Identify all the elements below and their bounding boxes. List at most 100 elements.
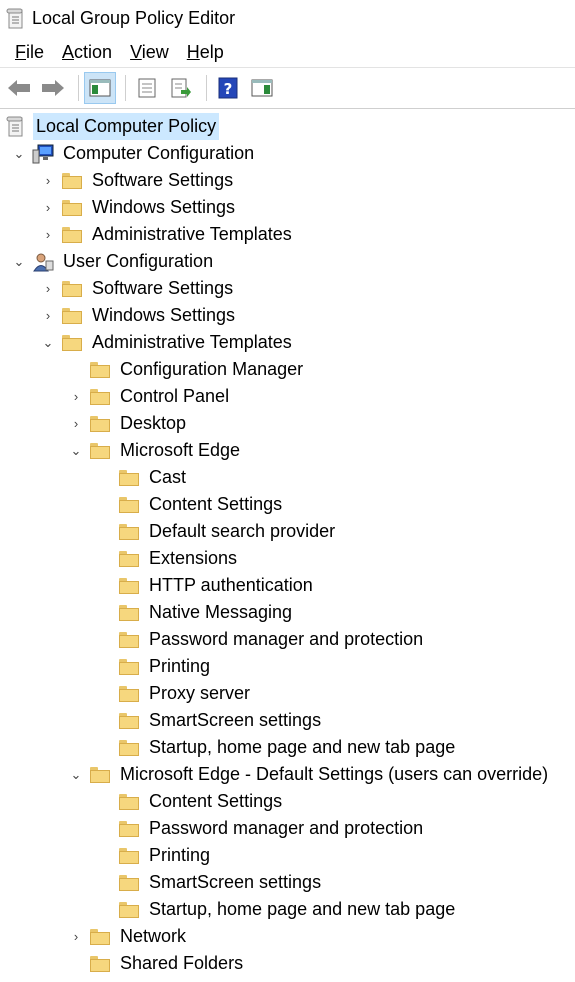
show-hide-console-tree-button[interactable]	[84, 72, 116, 104]
chevron-right-icon[interactable]: ›	[67, 410, 85, 437]
chevron-down-icon[interactable]: ⌄	[67, 437, 85, 464]
tree-label: Printing	[149, 845, 211, 865]
toolbar-separator	[125, 75, 126, 101]
tree-item-extensions[interactable]: Extensions	[0, 545, 575, 572]
tree-item-administrative-templates[interactable]: ⌄ Administrative Templates	[0, 329, 575, 356]
chevron-right-icon[interactable]: ›	[39, 302, 57, 329]
menu-action[interactable]: Action	[53, 37, 121, 67]
policy-scroll-icon	[5, 116, 27, 137]
tree-label: Windows Settings	[92, 197, 236, 217]
chevron-down-icon[interactable]: ⌄	[67, 761, 85, 788]
folder-icon	[118, 738, 140, 758]
tree-item-windows-settings[interactable]: › Windows Settings	[0, 302, 575, 329]
tree-label: Administrative Templates	[92, 332, 292, 352]
tree-item-startup-home-page[interactable]: Startup, home page and new tab page	[0, 896, 575, 923]
chevron-down-icon[interactable]: ⌄	[10, 248, 28, 275]
chevron-right-icon[interactable]: ›	[39, 167, 57, 194]
show-action-pane-button[interactable]	[247, 73, 277, 103]
tree-item-default-search-provider[interactable]: Default search provider	[0, 518, 575, 545]
tree-item-native-messaging[interactable]: Native Messaging	[0, 599, 575, 626]
chevron-right-icon[interactable]: ›	[67, 923, 85, 950]
tree-label: Default search provider	[149, 521, 336, 541]
chevron-right-icon[interactable]: ›	[39, 275, 57, 302]
back-button[interactable]	[4, 73, 34, 103]
folder-icon	[118, 603, 140, 623]
tree-item-smartscreen-settings[interactable]: SmartScreen settings	[0, 707, 575, 734]
tree-label: Printing	[149, 656, 211, 676]
menu-file[interactable]: File	[6, 37, 53, 67]
svg-text:?: ?	[224, 80, 233, 98]
chevron-right-icon[interactable]: ›	[39, 221, 57, 248]
tree-label: Proxy server	[149, 683, 251, 703]
tree-item-microsoft-edge-default-settings[interactable]: ⌄ Microsoft Edge - Default Settings (use…	[0, 761, 575, 788]
tree-item-content-settings[interactable]: Content Settings	[0, 491, 575, 518]
forward-button[interactable]	[38, 73, 68, 103]
tree-item-network[interactable]: › Network	[0, 923, 575, 950]
tree-item-windows-settings[interactable]: › Windows Settings	[0, 194, 575, 221]
folder-icon	[118, 846, 140, 866]
tree-item-administrative-templates[interactable]: › Administrative Templates	[0, 221, 575, 248]
tree-item-printing[interactable]: Printing	[0, 842, 575, 869]
help-button[interactable]: ?	[213, 73, 243, 103]
tree-item-content-settings[interactable]: Content Settings	[0, 788, 575, 815]
menu-view[interactable]: View	[121, 37, 178, 67]
computer-icon	[32, 144, 54, 164]
tree-item-proxy-server[interactable]: Proxy server	[0, 680, 575, 707]
tree-item-shared-folders[interactable]: Shared Folders	[0, 950, 575, 977]
chevron-right-icon[interactable]: ›	[39, 194, 57, 221]
policy-scroll-icon	[6, 8, 23, 28]
tree-item-local-computer-policy[interactable]: Local Computer Policy	[0, 113, 575, 140]
tree-label: SmartScreen settings	[149, 710, 322, 730]
folder-icon	[118, 711, 140, 731]
tree-label: Startup, home page and new tab page	[149, 737, 456, 757]
tree-item-control-panel[interactable]: › Control Panel	[0, 383, 575, 410]
tree-label: Startup, home page and new tab page	[149, 899, 456, 919]
tree-label: HTTP authentication	[149, 575, 313, 595]
chevron-right-icon[interactable]: ›	[67, 383, 85, 410]
tree-item-software-settings[interactable]: › Software Settings	[0, 275, 575, 302]
tree-item-printing[interactable]: Printing	[0, 653, 575, 680]
menu-help[interactable]: Help	[178, 37, 233, 67]
toolbar-separator	[206, 75, 207, 101]
tree-item-configuration-manager[interactable]: Configuration Manager	[0, 356, 575, 383]
folder-icon	[118, 900, 140, 920]
tree-item-computer-configuration[interactable]: ⌄ Computer Configuration	[0, 140, 575, 167]
folder-icon	[61, 306, 83, 326]
folder-icon	[118, 657, 140, 677]
tree-item-password-manager-and-protection[interactable]: Password manager and protection	[0, 626, 575, 653]
tree-label: Software Settings	[92, 278, 234, 298]
tree-label: Computer Configuration	[63, 143, 255, 163]
tree-item-desktop[interactable]: › Desktop	[0, 410, 575, 437]
tree-item-software-settings[interactable]: › Software Settings	[0, 167, 575, 194]
folder-icon	[89, 414, 111, 434]
tree-label: Microsoft Edge - Default Settings (users…	[120, 764, 549, 784]
folder-icon	[61, 279, 83, 299]
tree-label: Microsoft Edge	[120, 440, 241, 460]
folder-icon	[61, 198, 83, 218]
tree-label: Password manager and protection	[149, 818, 424, 838]
folder-icon	[118, 522, 140, 542]
tree-item-smartscreen-settings[interactable]: SmartScreen settings	[0, 869, 575, 896]
tree-item-cast[interactable]: Cast	[0, 464, 575, 491]
folder-icon	[89, 954, 111, 974]
chevron-down-icon[interactable]: ⌄	[10, 140, 28, 167]
tree-item-microsoft-edge[interactable]: ⌄ Microsoft Edge	[0, 437, 575, 464]
tree-item-password-manager-and-protection[interactable]: Password manager and protection	[0, 815, 575, 842]
export-list-button[interactable]	[166, 73, 196, 103]
tree-item-startup-home-page[interactable]: Startup, home page and new tab page	[0, 734, 575, 761]
properties-button[interactable]	[132, 73, 162, 103]
tree-label: Content Settings	[149, 791, 283, 811]
tree-item-http-authentication[interactable]: HTTP authentication	[0, 572, 575, 599]
tree-item-user-configuration[interactable]: ⌄ User Configuration	[0, 248, 575, 275]
folder-icon	[118, 468, 140, 488]
window-title: Local Group Policy Editor	[32, 8, 236, 28]
chevron-down-icon[interactable]: ⌄	[39, 329, 57, 356]
